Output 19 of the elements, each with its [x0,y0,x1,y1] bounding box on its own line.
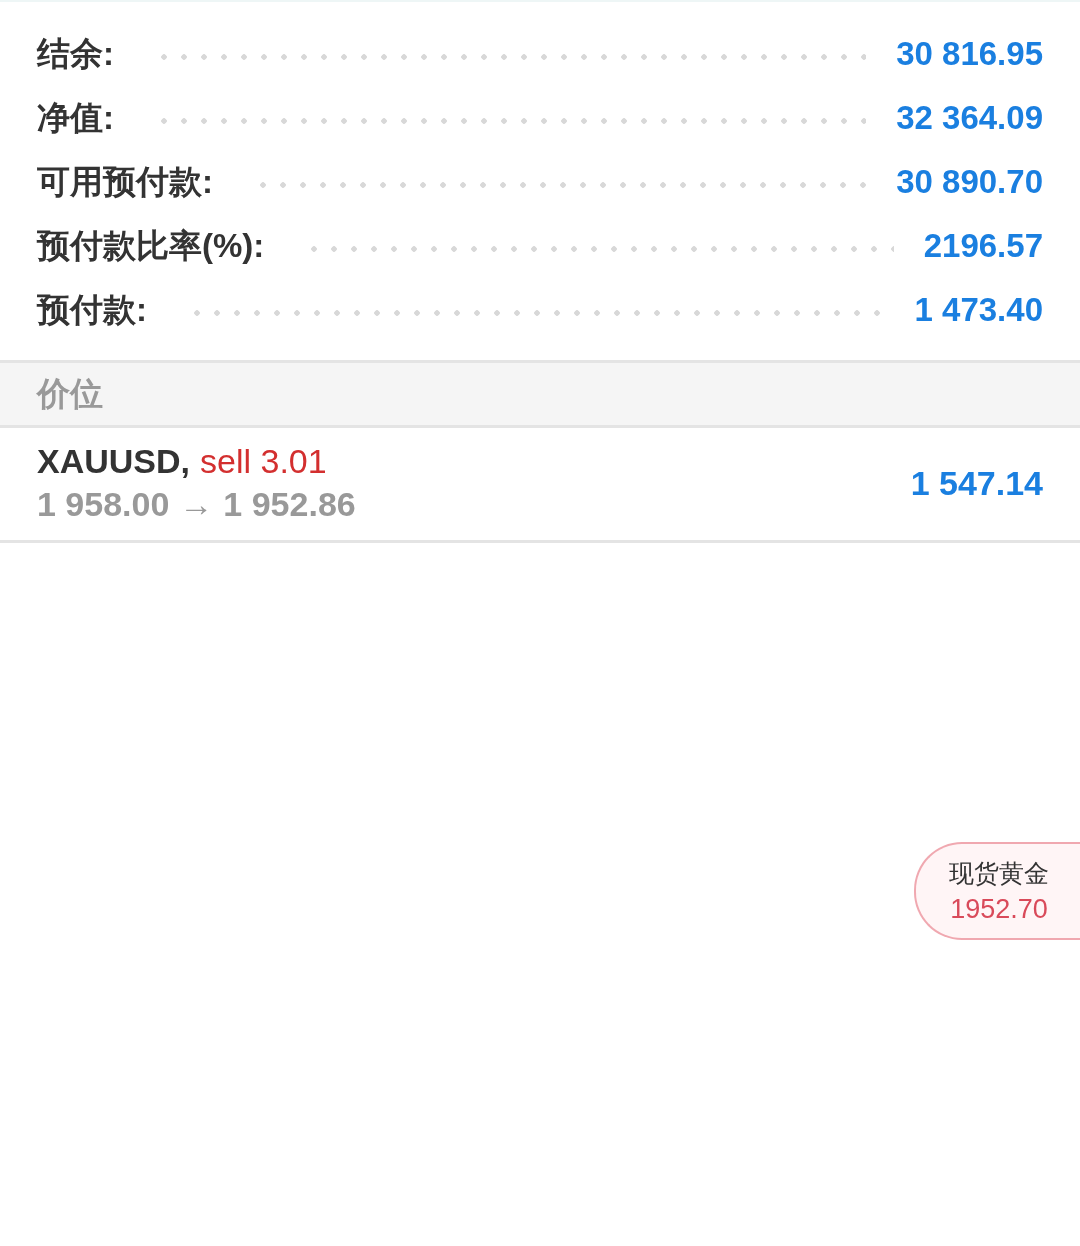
summary-label: 预付款比率(%): [37,225,265,266]
position-row[interactable]: XAUUSD, sell 3.01 1 958.00 → 1 952.86 1 547.14 [0,428,1080,543]
summary-label: 结余: [37,33,114,74]
position-order: sell 3.01 [200,442,327,481]
summary-value: 32 364.09 [896,99,1043,137]
arrow-glyph: → [179,485,214,524]
current-price: 1 952.86 [223,485,356,524]
summary-value: 2196.57 [923,227,1043,265]
summary-label: 预付款: [37,289,147,330]
summary-label: 净值: [37,97,114,138]
summary-label: 可用预付款: [37,161,213,202]
price-badge[interactable]: 现货黄金 1952.70 [914,842,1080,940]
position-profit: 1 547.14 [910,463,1043,503]
summary-value: 1 473.40 [914,291,1043,329]
summary-value: 30 890.70 [896,163,1043,201]
open-price: 1 958.00 [37,485,170,524]
position-symbol: XAUUSD, [37,442,191,481]
section-title: 价位 [37,373,103,414]
summary-value: 30 816.95 [896,35,1043,73]
